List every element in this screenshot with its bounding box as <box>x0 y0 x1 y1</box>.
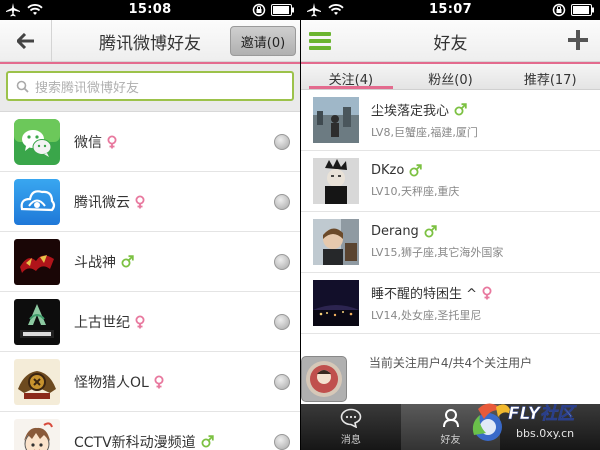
tab-more[interactable] <box>500 404 600 450</box>
search-icon <box>16 80 29 93</box>
user-meta: LV10,天秤座,重庆 <box>371 185 460 198</box>
friend-list: 微信 腾讯微云 斗战神 上古世纪 怪物猎人OL CCTV新科动漫频道 <box>0 112 300 450</box>
header-bar: 腾讯微博好友 邀请(0) <box>0 20 300 62</box>
list-item[interactable]: Derang LV15,狮子座,其它海外国家 <box>301 212 600 273</box>
select-radio[interactable] <box>274 434 290 450</box>
floating-avatar-button[interactable] <box>301 356 347 402</box>
user-avatar-icon <box>306 361 342 397</box>
list-item[interactable]: 腾讯微云 <box>0 172 300 232</box>
male-icon <box>409 164 423 177</box>
list-item[interactable]: 斗战神 <box>0 232 300 292</box>
avatar <box>313 219 359 265</box>
select-radio[interactable] <box>274 374 290 390</box>
avatar <box>313 280 359 326</box>
female-icon <box>482 286 492 300</box>
user-meta: LV8,巨蟹座,福建,厦门 <box>371 126 478 139</box>
message-bubble-icon <box>340 408 362 428</box>
bottom-tab-bar: 消息 好友 <box>301 404 600 450</box>
header-bar: 好友 <box>301 20 600 62</box>
search-input[interactable]: 搜索腾讯微博好友 <box>6 71 294 101</box>
search-bar: 搜索腾讯微博好友 <box>0 64 300 112</box>
user-name: Derang <box>371 224 419 239</box>
weiyun-cloud-icon <box>14 178 60 225</box>
female-icon <box>107 135 117 149</box>
tab-bar: 关注(4) 粉丝(0) 推荐(17) <box>301 64 600 90</box>
list-item[interactable]: 上古世纪 <box>0 292 300 352</box>
female-icon <box>154 375 164 389</box>
archeage-logo-icon <box>14 298 60 345</box>
user-name: DKzo <box>371 163 405 178</box>
friend-name: CCTV新科动漫频道 <box>74 434 196 450</box>
tab-following[interactable]: 关注(4) <box>301 64 401 89</box>
friends-icon <box>442 409 459 428</box>
friend-name: 微信 <box>74 134 102 151</box>
left-screen: 15:08 腾讯微博好友 邀请(0) 搜索腾讯微博好友 微信 腾讯微云 斗战神 … <box>0 0 300 450</box>
list-item[interactable]: 微信 <box>0 112 300 172</box>
tab-messages[interactable]: 消息 <box>301 404 401 450</box>
male-icon <box>454 103 467 116</box>
friend-name: 上古世纪 <box>74 314 130 331</box>
tab-recommended[interactable]: 推荐(17) <box>500 64 600 89</box>
friend-name: 腾讯微云 <box>74 194 130 211</box>
add-friend-button[interactable] <box>566 28 590 52</box>
male-icon <box>201 435 214 448</box>
rotation-lock-icon <box>552 3 566 17</box>
list-item[interactable]: DKzo LV10,天秤座,重庆 <box>301 151 600 212</box>
status-bar: 15:07 <box>301 0 600 20</box>
user-meta: LV14,处女座,圣托里尼 <box>371 309 482 322</box>
user-meta: LV15,狮子座,其它海外国家 <box>371 246 504 259</box>
following-list: 尘埃落定我心 LV8,巨蟹座,福建,厦门 DKzo LV10,天秤座,重庆 De… <box>301 90 600 334</box>
list-item[interactable]: 睡不醒的特困生 ^ LV14,处女座,圣托里尼 <box>301 273 600 334</box>
male-icon <box>121 255 134 268</box>
page-title: 好友 <box>433 34 468 54</box>
user-name: 尘埃落定我心 <box>371 104 450 119</box>
avatar <box>313 158 359 204</box>
list-item[interactable]: CCTV新科动漫频道 <box>0 412 300 450</box>
female-icon <box>135 315 145 329</box>
invite-button[interactable]: 邀请(0) <box>230 26 296 56</box>
female-icon <box>135 195 145 209</box>
list-item[interactable]: 怪物猎人OL <box>0 352 300 412</box>
search-placeholder: 搜索腾讯微博好友 <box>35 80 140 96</box>
select-radio[interactable] <box>274 134 290 150</box>
monster-hunter-icon <box>14 358 60 405</box>
wechat-icon <box>14 118 60 165</box>
rotation-lock-icon <box>252 3 266 17</box>
male-icon <box>424 225 437 238</box>
friend-name: 斗战神 <box>74 254 116 271</box>
user-name: 睡不醒的特困生 ^ <box>371 287 478 302</box>
anime-avatar-icon <box>14 418 60 450</box>
battery-icon <box>271 4 294 16</box>
tab-friends-label: 好友 <box>440 435 461 446</box>
avatar <box>313 97 359 143</box>
list-item[interactable]: 尘埃落定我心 LV8,巨蟹座,福建,厦门 <box>301 90 600 151</box>
select-radio[interactable] <box>274 254 290 270</box>
friend-name: 怪物猎人OL <box>74 374 149 391</box>
battery-icon <box>571 4 594 16</box>
status-bar: 15:08 <box>0 0 300 20</box>
game-logo-icon <box>14 238 60 285</box>
tab-followers[interactable]: 粉丝(0) <box>401 64 501 89</box>
tab-friends[interactable]: 好友 <box>400 404 501 450</box>
right-screen: 15:07 好友 关注(4) 粉丝(0) 推荐(17) 尘埃落定我心 LV8,巨… <box>301 0 600 450</box>
select-radio[interactable] <box>274 314 290 330</box>
select-radio[interactable] <box>274 194 290 210</box>
tab-messages-label: 消息 <box>340 435 361 446</box>
